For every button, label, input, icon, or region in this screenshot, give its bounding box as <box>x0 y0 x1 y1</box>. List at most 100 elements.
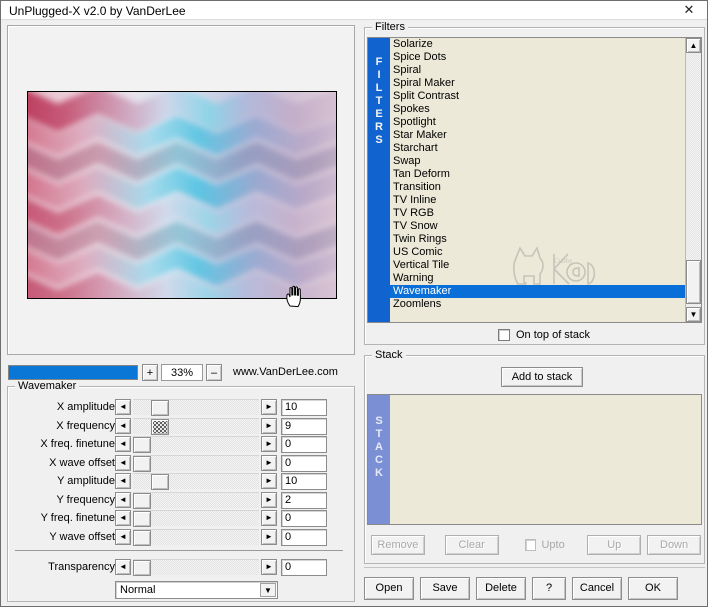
help-button[interactable]: ? <box>532 576 566 600</box>
cancel-button[interactable]: Cancel <box>572 576 622 600</box>
ok-button[interactable]: OK <box>628 576 678 600</box>
transparency-value-field[interactable]: 0 <box>281 559 327 576</box>
param-slider-track[interactable] <box>133 473 259 490</box>
filter-list-item[interactable]: Wavemaker <box>390 285 685 298</box>
param-decrement-button[interactable]: ◄ <box>115 436 131 452</box>
transparency-decrement-button[interactable]: ◄ <box>115 559 131 575</box>
param-label: Y wave offset <box>49 530 115 543</box>
param-slider-track[interactable] <box>133 436 259 453</box>
param-value-field[interactable]: 10 <box>281 473 327 490</box>
filters-sidebar-letter: L <box>375 82 383 94</box>
param-slider-thumb[interactable] <box>133 492 151 509</box>
filter-list-item[interactable]: Solarize <box>390 38 685 51</box>
param-slider-track[interactable] <box>133 417 259 435</box>
filter-list-item[interactable]: Transition <box>390 181 685 194</box>
filter-list-item[interactable]: TV Snow <box>390 220 685 233</box>
filter-list-item[interactable]: Tan Deform <box>390 168 685 181</box>
remove-button[interactable]: Remove <box>371 535 425 555</box>
param-slider-thumb[interactable] <box>133 511 151 527</box>
filter-list-item[interactable]: TV Inline <box>390 194 685 207</box>
scrollbar-thumb[interactable] <box>686 260 701 304</box>
delete-button[interactable]: Delete <box>476 576 526 600</box>
filter-list-item[interactable]: Swap <box>390 155 685 168</box>
down-button[interactable]: Down <box>647 535 701 555</box>
filter-list-item[interactable]: Vertical Tile <box>390 259 685 272</box>
param-row: Y amplitude ◄ ► 10 <box>1 473 349 491</box>
stack-sidebar-letter: S <box>375 415 383 427</box>
stack-sidebar-letter: K <box>375 467 383 479</box>
param-slider-track[interactable] <box>133 510 259 527</box>
filters-scrollbar[interactable]: ▲ ▼ <box>685 38 701 322</box>
open-button[interactable]: Open <box>364 576 414 600</box>
unplugged-x-window: UnPlugged-X v2.0 by VanDerLee ✕ + 33% – … <box>0 0 708 607</box>
preview-image[interactable] <box>27 91 337 299</box>
zoom-in-button[interactable]: + <box>142 364 158 381</box>
param-slider-track[interactable] <box>133 528 259 546</box>
param-decrement-button[interactable]: ◄ <box>115 491 131 508</box>
param-increment-button[interactable]: ► <box>261 528 277 545</box>
param-decrement-button[interactable]: ◄ <box>115 417 131 434</box>
param-slider-thumb[interactable] <box>133 455 151 472</box>
filter-list-item[interactable]: Split Contrast <box>390 90 685 103</box>
param-slider-thumb[interactable] <box>133 437 151 453</box>
stack-sidebar-letter: T <box>375 428 383 440</box>
chevron-down-icon[interactable]: ▼ <box>260 583 276 597</box>
param-value-field[interactable]: 9 <box>281 417 327 435</box>
param-value-field[interactable]: 0 <box>281 510 327 527</box>
param-decrement-button[interactable]: ◄ <box>115 454 131 471</box>
param-decrement-button[interactable]: ◄ <box>115 473 131 489</box>
up-button[interactable]: Up <box>587 535 642 555</box>
filter-list-item[interactable]: Spiral Maker <box>390 77 685 90</box>
scroll-up-icon[interactable]: ▲ <box>686 38 701 53</box>
filters-list[interactable]: Cubby Solarize Spice Dots Spiral Spiral Mak… <box>390 38 685 322</box>
param-value-field[interactable]: 10 <box>281 399 327 416</box>
param-increment-button[interactable]: ► <box>261 399 277 415</box>
param-value-field[interactable]: 0 <box>281 436 327 453</box>
wave-pattern <box>28 92 336 298</box>
transparency-slider-track[interactable] <box>133 559 259 576</box>
add-to-stack-button[interactable]: Add to stack <box>501 367 583 387</box>
param-slider-thumb[interactable] <box>151 400 169 416</box>
param-decrement-button[interactable]: ◄ <box>115 399 131 415</box>
param-increment-button[interactable]: ► <box>261 417 277 434</box>
param-increment-button[interactable]: ► <box>261 454 277 471</box>
blend-mode-select[interactable]: Normal ▼ <box>115 581 278 599</box>
filter-list-item[interactable]: Spokes <box>390 103 685 116</box>
param-decrement-button[interactable]: ◄ <box>115 528 131 545</box>
save-button[interactable]: Save <box>420 576 470 600</box>
param-value-field[interactable]: 0 <box>281 528 327 546</box>
upto-checkbox[interactable] <box>524 539 537 551</box>
param-slider-track[interactable] <box>133 454 259 472</box>
filter-list-item[interactable]: Twin Rings <box>390 233 685 246</box>
param-slider-thumb[interactable] <box>133 529 151 546</box>
filter-list-item[interactable]: Star Maker <box>390 129 685 142</box>
param-increment-button[interactable]: ► <box>261 473 277 489</box>
param-slider-thumb[interactable] <box>151 474 169 490</box>
filter-list-item[interactable]: TV RGB <box>390 207 685 220</box>
transparency-slider-thumb[interactable] <box>133 560 151 576</box>
filter-list-item[interactable]: Spiral <box>390 64 685 77</box>
param-slider-track[interactable] <box>133 491 259 509</box>
param-increment-button[interactable]: ► <box>261 491 277 508</box>
filter-list-item[interactable]: Zoomlens <box>390 298 685 311</box>
filter-list-item[interactable]: US Comic <box>390 246 685 259</box>
stack-list[interactable] <box>390 395 701 524</box>
on-top-of-stack-checkbox[interactable] <box>498 329 510 341</box>
filter-list-item[interactable]: Spice Dots <box>390 51 685 64</box>
param-value-field[interactable]: 2 <box>281 491 327 509</box>
param-slider-thumb[interactable] <box>151 418 169 435</box>
filter-list-item[interactable]: Spotlight <box>390 116 685 129</box>
clear-button[interactable]: Clear <box>444 535 499 555</box>
param-increment-button[interactable]: ► <box>261 436 277 452</box>
filter-list-item[interactable]: Warning <box>390 272 685 285</box>
transparency-increment-button[interactable]: ► <box>261 559 277 575</box>
param-slider-track[interactable] <box>133 399 259 416</box>
filter-list-item[interactable]: Starchart <box>390 142 685 155</box>
scroll-down-icon[interactable]: ▼ <box>686 307 701 322</box>
param-value-field[interactable]: 0 <box>281 454 327 472</box>
param-increment-button[interactable]: ► <box>261 510 277 526</box>
zoom-out-button[interactable]: – <box>206 364 222 381</box>
on-top-of-stack-row[interactable]: On top of stack <box>498 329 590 341</box>
close-icon[interactable]: ✕ <box>671 1 707 19</box>
param-decrement-button[interactable]: ◄ <box>115 510 131 526</box>
